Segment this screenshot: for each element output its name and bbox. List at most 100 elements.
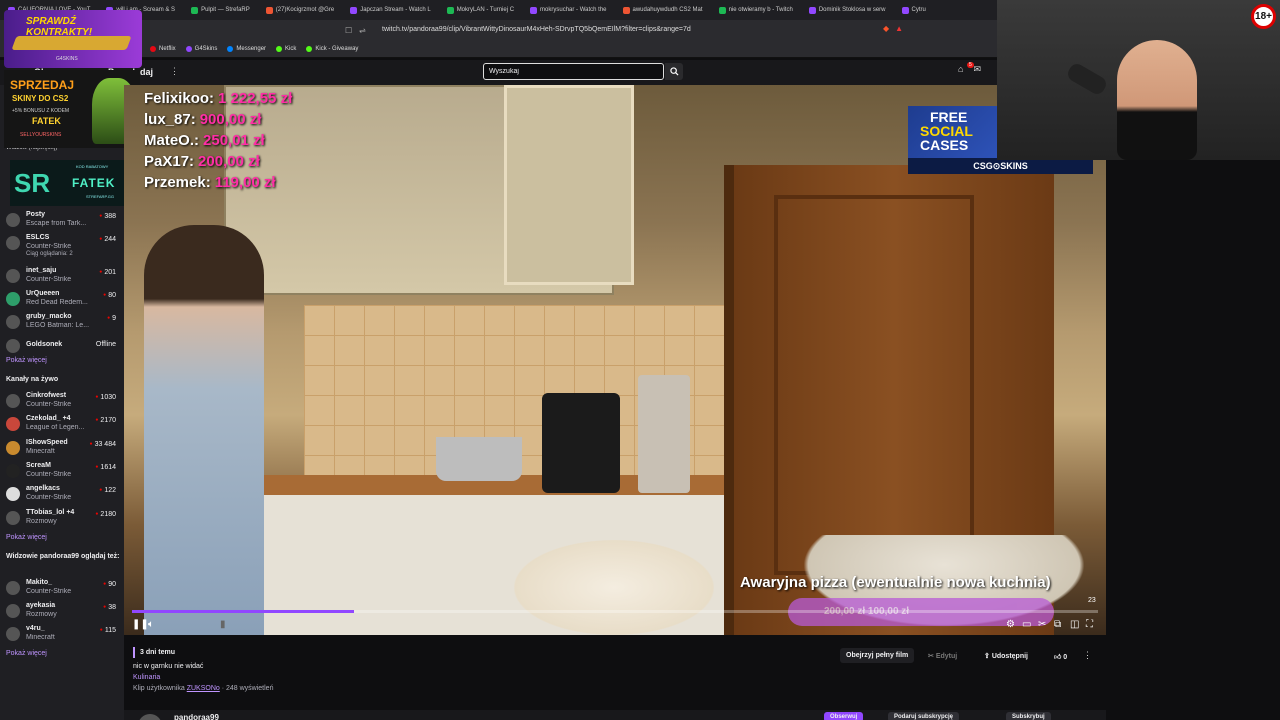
bookmark-icon[interactable]: ☐ — [345, 26, 352, 35]
player-controls: ❚❚ 🔈︎ ▮ ⚙ ▭ ✂ ⧉ ◫ ⛶ — [124, 617, 1106, 635]
ad-line: FREE — [930, 109, 968, 125]
browser-tab[interactable]: nie otwieramy b - Twitch — [711, 0, 801, 20]
clip-category[interactable]: Kulinaria — [133, 674, 160, 681]
brave-rewards-icon[interactable]: ▲ — [895, 24, 903, 33]
netflix-icon — [150, 45, 156, 52]
like-button[interactable]: 👍︎ 0 — [1048, 648, 1073, 665]
browser-tab-bar: CALIFORNIA LOVE - YouT will.i.am - Screa… — [0, 0, 1000, 20]
browser-tab[interactable]: Japczan Stream - Watch L — [342, 0, 438, 20]
bookmark-g4skins[interactable]: G4Skins — [185, 45, 217, 52]
whispers-icon[interactable]: ✉ — [973, 64, 981, 75]
sidebar-channel[interactable]: ayekasia Rozmowy 38 — [0, 600, 124, 622]
clip-icon[interactable]: ✂ — [1038, 619, 1046, 631]
sidebar-channel[interactable]: UrQueeen Red Dead Redem... 80 — [0, 288, 124, 310]
volume-icon[interactable]: 🔈︎ — [148, 619, 154, 631]
site-info-icon[interactable]: ⇌ — [359, 26, 366, 35]
sidebar-channel[interactable]: Cinkrofwest Counter-Strike 1030 — [0, 390, 124, 412]
sidebar-channel[interactable]: angelkacs Counter-Strike 122 — [0, 483, 124, 505]
channel-name: gruby_macko — [26, 313, 72, 320]
channel-game: LEGO Batman: Le... — [26, 322, 90, 329]
browser-tab[interactable]: Pulpit — StrefaRP — [183, 0, 258, 20]
donation-entry: PaX17: 200,00 zł — [144, 153, 364, 174]
g4skins-promo: SPRAWDŹ KONTRAKTY! G4SKINS — [4, 10, 142, 68]
channel-name: Goldsonek — [26, 341, 63, 348]
theatre-mode-icon[interactable]: ▭ — [1022, 619, 1031, 631]
bookmark-netflix[interactable]: Netflix — [150, 45, 176, 52]
channel-game: Counter-Strike — [26, 401, 72, 408]
donor-name: lux_87: — [144, 111, 196, 128]
follow-button[interactable]: Obserwuj — [824, 712, 864, 720]
channel-game: Counter-Strike — [26, 243, 72, 250]
tab-favicon-icon — [191, 6, 199, 14]
browser-tab[interactable]: awudahuywdudh CS2 Mat — [615, 0, 711, 20]
inbox-icon[interactable]: ⌂ — [958, 64, 963, 75]
strefarp-promo: SR KOD RABATOWY FATEK STREFARP.GG — [10, 160, 134, 206]
channel-name: Makito_ — [26, 579, 53, 586]
channel-game: Minecraft — [26, 448, 55, 455]
edit-button[interactable]: ✂ Edytuj — [922, 648, 963, 664]
channel-name: ScreaM — [26, 462, 51, 469]
sidebar-channel[interactable]: inet_saju Counter-Strike 201 — [0, 265, 124, 287]
sidebar-channel[interactable]: Makito_ Counter-Strike 90 — [0, 577, 124, 599]
promo-line: SPRZEDAJ — [10, 78, 75, 92]
bookmark-kick[interactable]: Kick — [276, 45, 296, 52]
fullscreen-icon[interactable]: ⛶ — [1086, 619, 1093, 631]
tab-favicon-icon — [718, 6, 726, 14]
search-input[interactable] — [483, 63, 664, 80]
channel-name[interactable]: pandoraa99 — [174, 713, 219, 720]
browser-tab[interactable]: Dominik Stoklosa w serw — [801, 0, 894, 20]
show-more-live[interactable]: Pokaż więcej — [6, 534, 47, 541]
channel-game: Rozmowy — [26, 518, 57, 525]
sidebar-channel[interactable]: Goldsonek Offline — [0, 335, 124, 357]
channel-game: Counter-Strike — [26, 588, 72, 595]
channel-name: IShowSpeed — [26, 439, 68, 446]
sidebar-channel[interactable]: v4ru_ Minecraft 115 — [0, 623, 124, 645]
video-progress-bar[interactable] — [132, 610, 1098, 613]
sidebar-channel[interactable]: TTobias_lol +4 Rozmowy 2180 — [0, 507, 124, 529]
donation-amount: 1 222,55 zł — [218, 90, 293, 107]
settings-icon[interactable]: ⚙ — [1006, 619, 1015, 631]
sidebar-channel[interactable]: ScreaM Counter-Strike 1614 — [0, 460, 124, 482]
browser-tab[interactable]: Cytru — [894, 0, 934, 20]
share-button[interactable]: ⇪ Udostępnij — [978, 648, 1034, 664]
avatar — [6, 487, 20, 501]
pause-icon[interactable]: ❚❚ — [132, 619, 149, 631]
more-options-icon[interactable]: ⋮ — [1083, 650, 1092, 661]
clip-title: nic w garnku nie widać — [133, 663, 204, 670]
bookmarks-bar: Netflix G4Skins Messenger Kick Kick - Gi… — [0, 40, 1000, 58]
watch-streak: Ciąg oglądania: 2 — [26, 251, 73, 257]
show-more-also[interactable]: Pokaż więcej — [6, 650, 47, 657]
more-menu-icon[interactable]: ⋮ — [170, 66, 179, 77]
clip-attribution: Klip użytkownika ZUKSONo · 248 wyświetle… — [133, 685, 273, 692]
search-button[interactable] — [665, 63, 683, 80]
browser-tab[interactable]: (27)Kocigrzmot @Gre — [258, 0, 342, 20]
bookmark-messenger[interactable]: Messenger — [227, 45, 266, 52]
viewer-count: 1030 — [95, 394, 116, 401]
volume-slider-handle[interactable]: ▮ — [220, 619, 226, 631]
sidebar-channel[interactable]: Posty Escape from Tark... 388 — [0, 209, 124, 231]
show-more-followed[interactable]: Pokaż więcej — [6, 357, 47, 364]
donation-amount: 119,00 zł — [214, 174, 276, 191]
tab-title: MokryLAN - Turniej C — [456, 7, 515, 13]
donation-amount: 250,01 zł — [203, 132, 265, 149]
viewer-count: 33 484 — [90, 441, 116, 448]
channel-avatar[interactable] — [138, 714, 162, 720]
channel-name: ESLCS — [26, 234, 50, 241]
browser-tab[interactable]: MokryLAN - Turniej C — [439, 0, 522, 20]
live-channels-header: Kanały na żywo — [6, 376, 59, 383]
subscribe-button[interactable]: Subskrybuj — [1006, 712, 1051, 720]
sidebar-toggle-icon[interactable]: ◫ — [1070, 619, 1079, 631]
brave-shield-icon[interactable]: ◆ — [883, 24, 889, 33]
sidebar-channel[interactable]: Czekolad_ +4 League of Legen... 2170 — [0, 413, 124, 435]
url-field[interactable]: twitch.tv/pandoraa99/clip/VibrantWittyDi… — [382, 26, 691, 33]
bookmark-kick-giveaway[interactable]: Kick - Giveaway — [306, 45, 358, 52]
sidebar-channel[interactable]: IShowSpeed Minecraft 33 484 — [0, 437, 124, 459]
browser-tab[interactable]: mokrysuchar - Watch the — [522, 0, 614, 20]
promo-site: STREFARP.GG — [86, 194, 114, 199]
picture-in-picture-icon[interactable]: ⧉ — [1054, 619, 1061, 631]
watch-full-video-button[interactable]: Obejrzyj pełny film — [840, 648, 915, 663]
channel-bar: pandoraa99 Obserwuj Podaruj subskrypcję … — [124, 710, 1106, 720]
gift-sub-button[interactable]: Podaruj subskrypcję — [888, 712, 960, 720]
sidebar-channel[interactable]: gruby_macko LEGO Batman: Le... 9 — [0, 311, 124, 333]
clipper-name[interactable]: ZUKSONo — [187, 685, 220, 692]
